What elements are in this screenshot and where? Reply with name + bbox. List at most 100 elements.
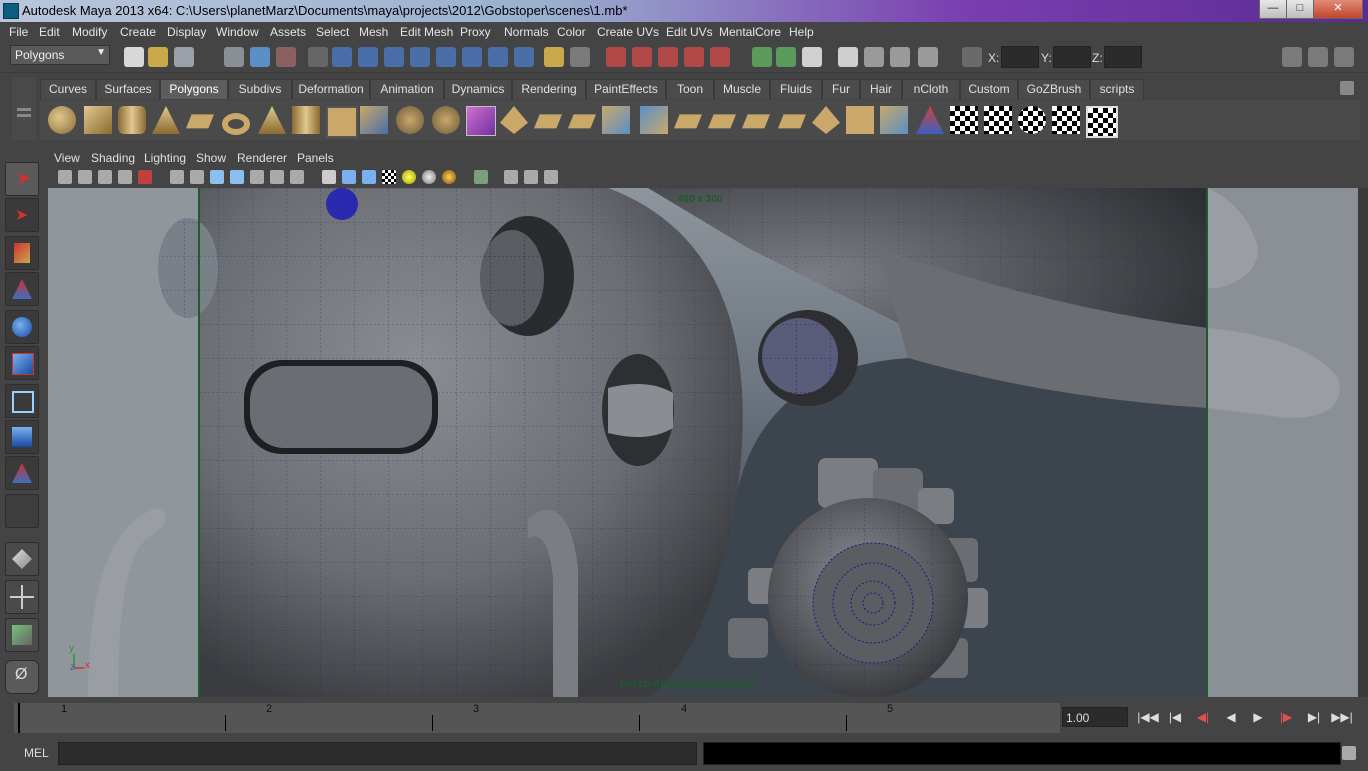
time-slider[interactable]: 1 2 3 4 5: [14, 703, 1060, 733]
field-chart-icon[interactable]: [250, 170, 264, 184]
panel-menu-view[interactable]: View: [54, 151, 80, 165]
shelf-tab-scripts[interactable]: scripts: [1090, 79, 1144, 99]
shelf-tab-subdivs[interactable]: Subdivs: [228, 79, 292, 99]
menu-assets[interactable]: Assets: [270, 25, 306, 39]
select-rendering-icon[interactable]: [488, 47, 508, 67]
step-forward-frame-button[interactable]: |▶: [1275, 710, 1297, 728]
poly-pipe-icon[interactable]: [292, 106, 320, 134]
select-component-icon[interactable]: [276, 47, 296, 67]
soft-mod-tool-button[interactable]: [5, 420, 39, 454]
go-to-end-button[interactable]: ▶▶|: [1331, 710, 1353, 728]
current-time-marker[interactable]: [18, 703, 20, 733]
select-surface-icon[interactable]: [410, 47, 430, 67]
mask-toggle-icon[interactable]: [308, 47, 328, 67]
menu-display[interactable]: Display: [167, 25, 206, 39]
poly-cylinder-icon[interactable]: [118, 106, 146, 134]
step-forward-key-button[interactable]: ▶|: [1303, 710, 1325, 728]
menu-set-dropdown[interactable]: Polygons ▼: [10, 45, 110, 65]
lock-selection-icon[interactable]: [544, 47, 564, 67]
menu-mentalcore[interactable]: MentalCore: [719, 25, 781, 39]
panel-menu-lighting[interactable]: Lighting: [144, 151, 186, 165]
xray-icon[interactable]: [504, 170, 518, 184]
x-field[interactable]: [1001, 46, 1039, 68]
highlight-selection-icon[interactable]: [570, 47, 590, 67]
smooth-icon[interactable]: [432, 106, 460, 134]
shelf-tab-painteffects[interactable]: PaintEffects: [586, 79, 666, 99]
shelf-tab-curves[interactable]: Curves: [40, 79, 96, 99]
menu-window[interactable]: Window: [216, 25, 259, 39]
render-frame-icon[interactable]: [864, 47, 884, 67]
play-forwards-button[interactable]: ▶: [1247, 710, 1269, 728]
grease-pencil-icon[interactable]: [138, 170, 152, 184]
delete-edge-icon[interactable]: [778, 114, 806, 129]
maximize-button[interactable]: □: [1286, 0, 1314, 19]
safe-action-icon[interactable]: [270, 170, 284, 184]
play-backwards-button[interactable]: ◀: [1220, 710, 1242, 728]
camera-bookmark-icon[interactable]: [78, 170, 92, 184]
select-deformation-icon[interactable]: [436, 47, 456, 67]
select-tool-button[interactable]: ➤: [5, 162, 39, 196]
select-object-icon[interactable]: [250, 47, 270, 67]
wireframe-icon[interactable]: [322, 170, 336, 184]
single-perspective-layout-button[interactable]: [5, 542, 39, 576]
shelf-tab-animation[interactable]: Animation: [370, 79, 444, 99]
new-scene-icon[interactable]: [124, 47, 144, 67]
split-polygon-icon[interactable]: [568, 114, 596, 129]
paint-select-tool-button[interactable]: [5, 236, 39, 270]
collapse-icon[interactable]: [742, 114, 770, 129]
menu-mesh[interactable]: Mesh: [359, 25, 388, 39]
shelf-tab-fluids[interactable]: Fluids: [770, 79, 822, 99]
mel-input[interactable]: [58, 742, 697, 765]
separate-icon[interactable]: [396, 106, 424, 134]
menu-edit[interactable]: Edit: [39, 25, 60, 39]
mel-label[interactable]: MEL: [24, 746, 49, 760]
uv-checker-icon[interactable]: [950, 106, 978, 134]
poly-soccer-icon[interactable]: [326, 106, 358, 138]
rotate-tool-button[interactable]: [5, 310, 39, 344]
z-field[interactable]: [1104, 46, 1142, 68]
uv-editor-icon[interactable]: [1086, 106, 1118, 138]
last-tool-button[interactable]: [5, 494, 39, 528]
menu-edit-mesh[interactable]: Edit Mesh: [400, 25, 453, 39]
sculpt-tool-icon[interactable]: [916, 106, 944, 134]
shelf-menu-handle[interactable]: [12, 78, 36, 140]
render-settings-icon[interactable]: [918, 47, 938, 67]
two-d-pan-zoom-icon[interactable]: [118, 170, 132, 184]
shelf-tab-muscle[interactable]: Muscle: [714, 79, 770, 99]
step-back-frame-button[interactable]: ◀|: [1192, 710, 1214, 728]
use-default-lighting-icon[interactable]: [402, 170, 416, 184]
uv-spherical-icon[interactable]: [1018, 106, 1046, 134]
lasso-tool-button[interactable]: ➤: [5, 198, 39, 232]
poly-cone-icon[interactable]: [152, 106, 180, 134]
perspective-viewport[interactable]: 480 x 300 persp defaultRenderLayer y x z: [48, 188, 1358, 697]
fill-hole-icon[interactable]: [812, 106, 840, 134]
output-ops-icon[interactable]: [776, 47, 796, 67]
wireframe-on-shaded-icon[interactable]: [362, 170, 376, 184]
ipr-render-icon[interactable]: [890, 47, 910, 67]
shelf-tab-surfaces[interactable]: Surfaces: [96, 79, 160, 99]
trash-icon[interactable]: [1340, 81, 1354, 95]
insert-edge-loop-icon[interactable]: [602, 106, 630, 134]
camera-attributes-icon[interactable]: [58, 170, 72, 184]
channel-box-icon[interactable]: [1334, 47, 1354, 67]
y-field[interactable]: [1053, 46, 1091, 68]
film-gate-icon[interactable]: [190, 170, 204, 184]
move-tool-button[interactable]: [5, 272, 39, 306]
high-quality-icon[interactable]: [442, 170, 456, 184]
menu-normals[interactable]: Normals: [504, 25, 549, 39]
outliner-layout-button[interactable]: [5, 618, 39, 652]
select-dynamics-icon[interactable]: [462, 47, 482, 67]
xray-components-icon[interactable]: [544, 170, 558, 184]
snap-live-icon[interactable]: [710, 47, 730, 67]
panel-menu-show[interactable]: Show: [196, 151, 226, 165]
select-joint-icon[interactable]: [358, 47, 378, 67]
go-to-start-button[interactable]: |◀◀: [1137, 710, 1159, 728]
panel-menu-shading[interactable]: Shading: [91, 151, 135, 165]
poly-sphere-icon[interactable]: [48, 106, 76, 134]
current-time-field[interactable]: 1.00: [1062, 707, 1128, 727]
poly-pyramid-icon[interactable]: [258, 106, 286, 134]
uv-automatic-icon[interactable]: [1052, 106, 1080, 134]
shelf-tab-gozbrush[interactable]: GoZBrush: [1018, 79, 1090, 99]
merge-icon[interactable]: [708, 114, 736, 129]
shelf-tab-polygons[interactable]: Polygons: [160, 79, 228, 99]
